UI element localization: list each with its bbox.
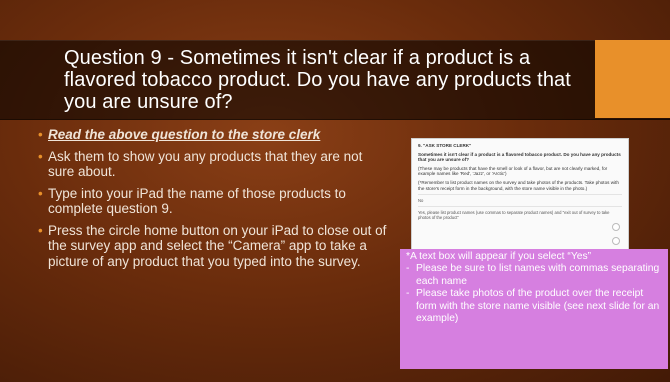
radio-circle-icon — [612, 223, 620, 231]
note-item: - Please take photos of the product over… — [406, 288, 662, 325]
note-intro: *A text box will appear if you select “Y… — [406, 251, 592, 262]
radio-circle-icon — [612, 237, 620, 245]
survey-screenshot: 9. "ASK STORE CLERK" Sometimes it isn't … — [411, 138, 629, 252]
survey-option-no: No — [418, 198, 424, 204]
dash-icon: - — [406, 288, 410, 300]
bullet-icon: • — [38, 127, 43, 142]
survey-hint-text: (*Remember to list product names on the … — [418, 179, 619, 191]
bullet-item: • Read the above question to the store c… — [38, 127, 388, 143]
slide-title: Question 9 - Sometimes it isn't clear if… — [64, 47, 571, 113]
divider — [418, 194, 622, 196]
accent-block — [595, 40, 670, 118]
survey-question-text: Sometimes it isn't clear if a product is… — [418, 151, 621, 163]
slide: Question 9 - Sometimes it isn't clear if… — [0, 0, 670, 382]
note-item: - Please be sure to list names with comm… — [406, 263, 662, 288]
bullet-text: Press the circle home button on your iPa… — [48, 222, 387, 269]
divider — [418, 206, 622, 208]
bullet-text: Read the above question to the store cle… — [48, 127, 321, 142]
note-box: *A text box will appear if you select “Y… — [400, 249, 668, 369]
bullet-icon: • — [38, 222, 43, 238]
survey-option-yes: Yes, please list product names (use comm… — [418, 210, 610, 221]
note-item-text: Please take photos of the product over t… — [416, 288, 660, 325]
bullet-list: • Read the above question to the store c… — [38, 127, 388, 275]
bullet-item: • Type into your iPad the name of those … — [38, 186, 388, 217]
survey-hint-text: (These may be products that have the sme… — [418, 165, 608, 177]
dash-icon: - — [406, 263, 410, 275]
bullet-icon: • — [38, 148, 43, 164]
note-item-text: Please be sure to list names with commas… — [416, 263, 660, 287]
bullet-icon: • — [38, 185, 43, 201]
bullet-text: Type into your iPad the name of those pr… — [48, 185, 346, 217]
survey-question-heading: 9. "ASK STORE CLERK" — [418, 143, 472, 148]
bullet-item: • Ask them to show you any products that… — [38, 149, 388, 180]
bullet-text: Ask them to show you any products that t… — [48, 148, 363, 180]
bullet-item: • Press the circle home button on your i… — [38, 223, 388, 270]
